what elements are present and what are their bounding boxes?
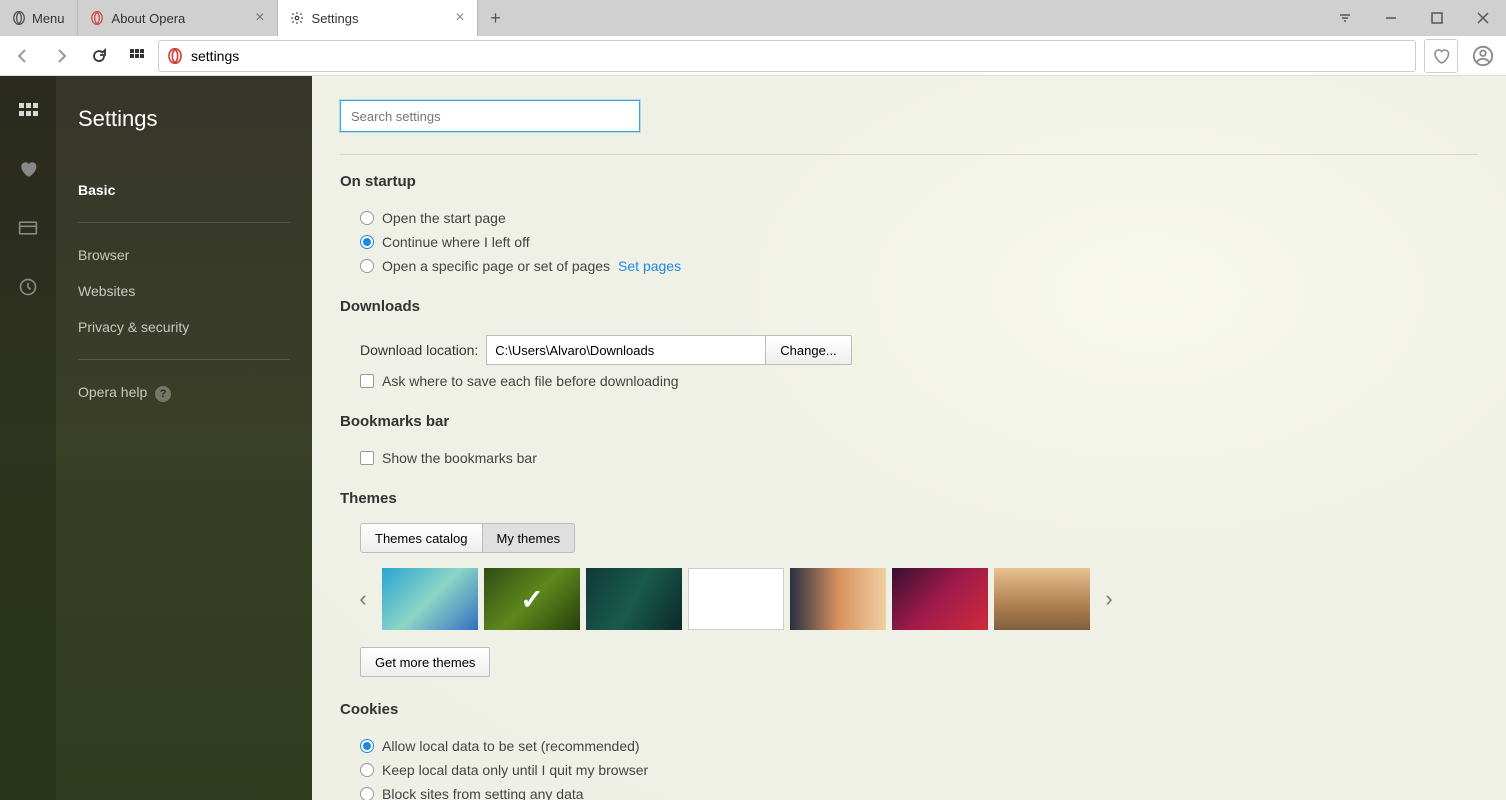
- cookies-option-session[interactable]: Keep local data only until I quit my bro…: [340, 758, 1478, 782]
- download-location-label: Download location:: [360, 342, 478, 358]
- section-title: Bookmarks bar: [340, 413, 1478, 430]
- show-bookmarks-bar-option[interactable]: Show the bookmarks bar: [340, 446, 1478, 470]
- get-more-themes-button[interactable]: Get more themes: [360, 647, 490, 677]
- theme-thumbnail[interactable]: [994, 568, 1090, 630]
- titlebar: Menu About Opera × Settings × +: [0, 0, 1506, 36]
- themes-catalog-tab[interactable]: Themes catalog: [360, 523, 483, 553]
- option-label: Show the bookmarks bar: [382, 450, 537, 466]
- option-label: Continue where I left off: [382, 234, 530, 250]
- close-icon[interactable]: ×: [255, 10, 264, 26]
- tab-label: Settings: [312, 11, 359, 26]
- sidebar-item-basic[interactable]: Basic: [78, 172, 290, 208]
- section-cookies: Cookies Allow local data to be set (reco…: [340, 701, 1478, 800]
- discover-icon[interactable]: [18, 218, 38, 241]
- theme-thumbnail[interactable]: [484, 568, 580, 630]
- sidebar-item-privacy[interactable]: Privacy & security: [78, 309, 290, 345]
- radio-icon[interactable]: [360, 211, 374, 225]
- startup-option-continue[interactable]: Continue where I left off: [340, 230, 1478, 254]
- separator: [78, 359, 290, 360]
- radio-icon[interactable]: [360, 259, 374, 273]
- themes-carousel: ‹ ›: [340, 563, 1478, 635]
- separator: [340, 154, 1478, 155]
- content: Settings Basic Browser Websites Privacy …: [0, 76, 1506, 800]
- close-button[interactable]: [1460, 0, 1506, 36]
- theme-thumbnail[interactable]: [892, 568, 988, 630]
- window-controls: [1322, 0, 1506, 36]
- section-downloads: Downloads Download location: Change... A…: [340, 298, 1478, 393]
- history-icon[interactable]: [18, 277, 38, 300]
- gear-icon: [290, 11, 304, 25]
- profile-button[interactable]: [1466, 39, 1500, 73]
- section-bookmarks: Bookmarks bar Show the bookmarks bar: [340, 413, 1478, 470]
- sidebar-item-browser[interactable]: Browser: [78, 237, 290, 273]
- cookies-option-block[interactable]: Block sites from setting any data: [340, 782, 1478, 800]
- speed-dial-icon[interactable]: [18, 100, 38, 123]
- reload-button[interactable]: [82, 39, 116, 73]
- startup-option-start-page[interactable]: Open the start page: [340, 206, 1478, 230]
- settings-sidebar: Settings Basic Browser Websites Privacy …: [56, 76, 312, 800]
- opera-icon: [12, 11, 26, 25]
- option-label: Allow local data to be set (recommended): [382, 738, 640, 754]
- tab-settings[interactable]: Settings ×: [278, 0, 478, 36]
- change-location-button[interactable]: Change...: [765, 335, 851, 365]
- forward-button[interactable]: [44, 39, 78, 73]
- toolbar: [0, 36, 1506, 76]
- search-settings-input[interactable]: [340, 100, 640, 132]
- opera-icon: [167, 48, 183, 64]
- ask-before-download-option[interactable]: Ask where to save each file before downl…: [340, 369, 1478, 393]
- sidebar-item-websites[interactable]: Websites: [78, 273, 290, 309]
- tab-about-opera[interactable]: About Opera ×: [78, 0, 278, 36]
- cookies-option-allow[interactable]: Allow local data to be set (recommended): [340, 734, 1478, 758]
- section-title: Downloads: [340, 298, 1478, 315]
- section-themes: Themes Themes catalog My themes ‹ › Get …: [340, 490, 1478, 677]
- page-title: Settings: [78, 106, 290, 132]
- sidebar-item-help[interactable]: Opera help ?: [78, 374, 290, 412]
- download-location-input[interactable]: [486, 335, 766, 365]
- section-title: On startup: [340, 173, 1478, 190]
- set-pages-link[interactable]: Set pages: [618, 258, 681, 274]
- menu-button[interactable]: Menu: [0, 0, 78, 36]
- section-startup: On startup Open the start page Continue …: [340, 173, 1478, 278]
- tab-label: About Opera: [112, 11, 186, 26]
- speed-dial-button[interactable]: [120, 39, 154, 73]
- settings-main: On startup Open the start page Continue …: [312, 76, 1506, 800]
- back-button[interactable]: [6, 39, 40, 73]
- radio-icon[interactable]: [360, 787, 374, 800]
- menu-label: Menu: [32, 11, 65, 26]
- option-label: Keep local data only until I quit my bro…: [382, 762, 648, 778]
- separator: [78, 222, 290, 223]
- new-tab-button[interactable]: +: [478, 0, 514, 36]
- carousel-prev-button[interactable]: ‹: [350, 567, 376, 631]
- help-icon: ?: [155, 386, 171, 402]
- tab-menu-icon[interactable]: [1322, 0, 1368, 36]
- carousel-next-button[interactable]: ›: [1096, 567, 1122, 631]
- theme-thumbnail[interactable]: [790, 568, 886, 630]
- heart-icon[interactable]: [18, 159, 38, 182]
- option-label: Block sites from setting any data: [382, 786, 584, 800]
- address-bar[interactable]: [158, 40, 1416, 72]
- bookmark-heart-button[interactable]: [1424, 39, 1458, 73]
- checkbox-icon[interactable]: [360, 451, 374, 465]
- my-themes-tab[interactable]: My themes: [482, 523, 576, 553]
- minimize-button[interactable]: [1368, 0, 1414, 36]
- icon-rail: [0, 76, 56, 800]
- radio-icon[interactable]: [360, 235, 374, 249]
- section-title: Cookies: [340, 701, 1478, 718]
- close-icon[interactable]: ×: [455, 10, 464, 26]
- theme-thumbnail[interactable]: [382, 568, 478, 630]
- radio-icon[interactable]: [360, 763, 374, 777]
- option-label: Open a specific page or set of pages: [382, 258, 610, 274]
- option-label: Ask where to save each file before downl…: [382, 373, 679, 389]
- section-title: Themes: [340, 490, 1478, 507]
- option-label: Open the start page: [382, 210, 506, 226]
- theme-thumbnail[interactable]: [688, 568, 784, 630]
- help-label: Opera help: [78, 384, 147, 400]
- maximize-button[interactable]: [1414, 0, 1460, 36]
- opera-icon: [90, 11, 104, 25]
- radio-icon[interactable]: [360, 739, 374, 753]
- checkbox-icon[interactable]: [360, 374, 374, 388]
- address-input[interactable]: [191, 48, 1407, 64]
- startup-option-specific-page[interactable]: Open a specific page or set of pages Set…: [340, 254, 1478, 278]
- theme-thumbnail[interactable]: [586, 568, 682, 630]
